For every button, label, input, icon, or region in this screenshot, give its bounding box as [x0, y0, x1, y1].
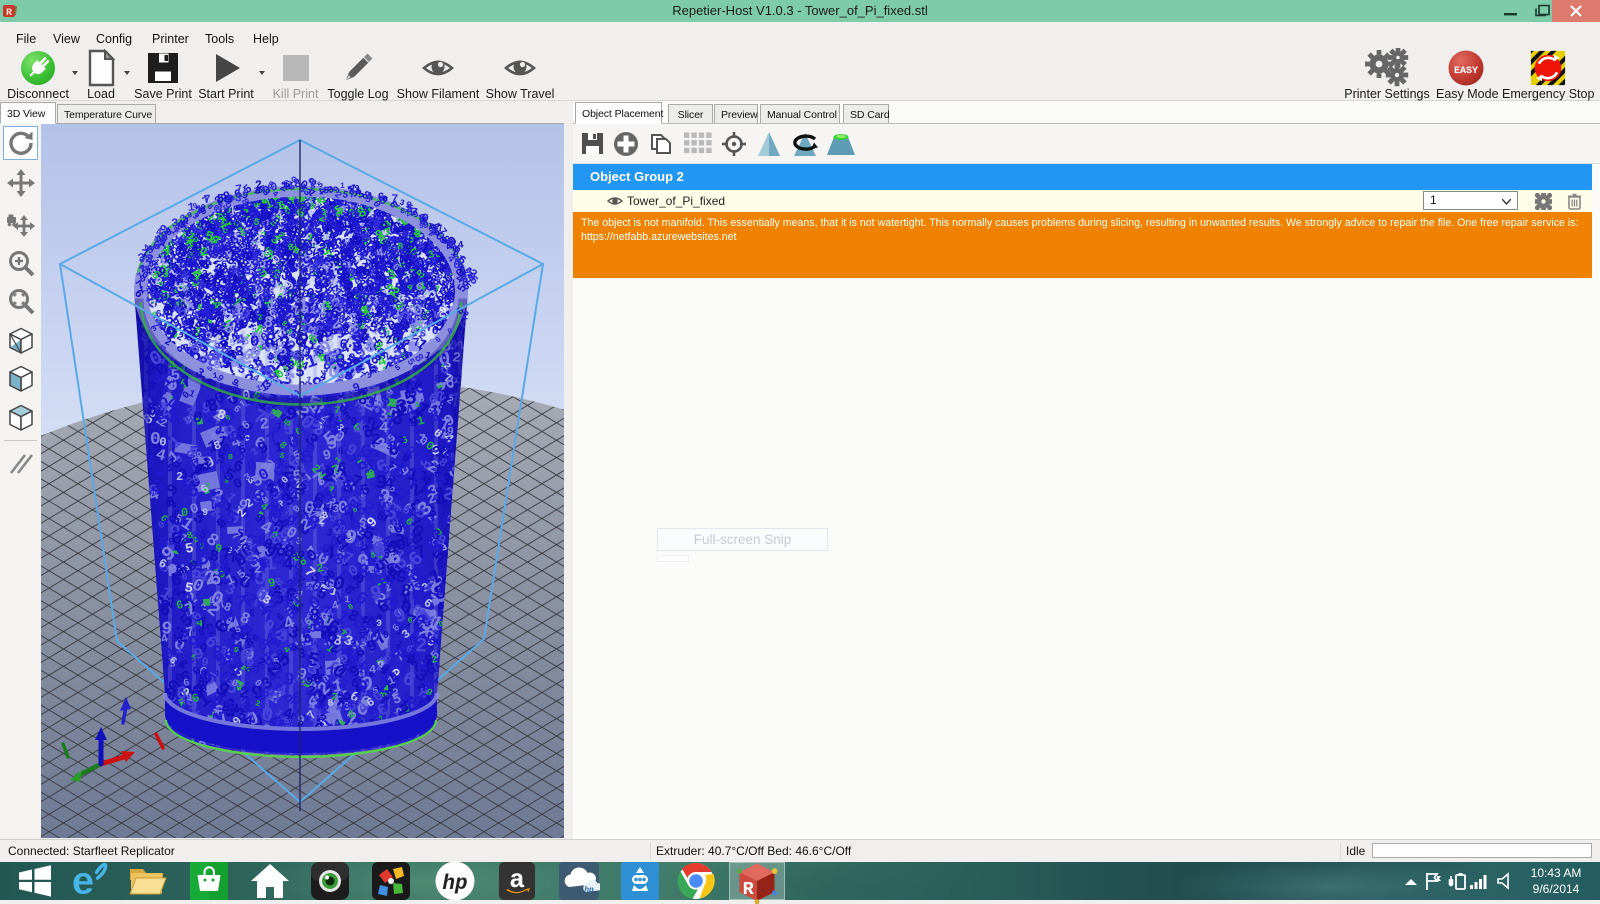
svg-text:4: 4	[156, 228, 162, 239]
svg-text:7: 7	[433, 259, 440, 271]
svg-text:1: 1	[340, 182, 345, 191]
svg-text:5: 5	[365, 195, 371, 206]
svg-text:8: 8	[221, 293, 230, 309]
svg-text:0: 0	[185, 253, 193, 267]
svg-text:5: 5	[217, 192, 224, 206]
svg-text:EASY: EASY	[1454, 66, 1478, 77]
svg-text:7: 7	[203, 192, 211, 207]
svg-text:2: 2	[355, 267, 362, 278]
svg-text:2: 2	[362, 216, 371, 231]
svg-text:3: 3	[365, 338, 376, 357]
svg-text:2: 2	[252, 247, 262, 264]
svg-text:2: 2	[310, 306, 317, 317]
svg-text:5: 5	[316, 328, 325, 344]
svg-text:3: 3	[283, 242, 290, 253]
svg-text:5: 5	[354, 312, 364, 329]
svg-text:5: 5	[239, 228, 246, 240]
svg-text:8: 8	[431, 224, 439, 239]
svg-text:7: 7	[391, 192, 399, 206]
svg-text:4: 4	[230, 265, 236, 276]
svg-text:4: 4	[275, 261, 283, 275]
svg-text:9: 9	[419, 222, 424, 231]
svg-text:2: 2	[355, 254, 362, 266]
